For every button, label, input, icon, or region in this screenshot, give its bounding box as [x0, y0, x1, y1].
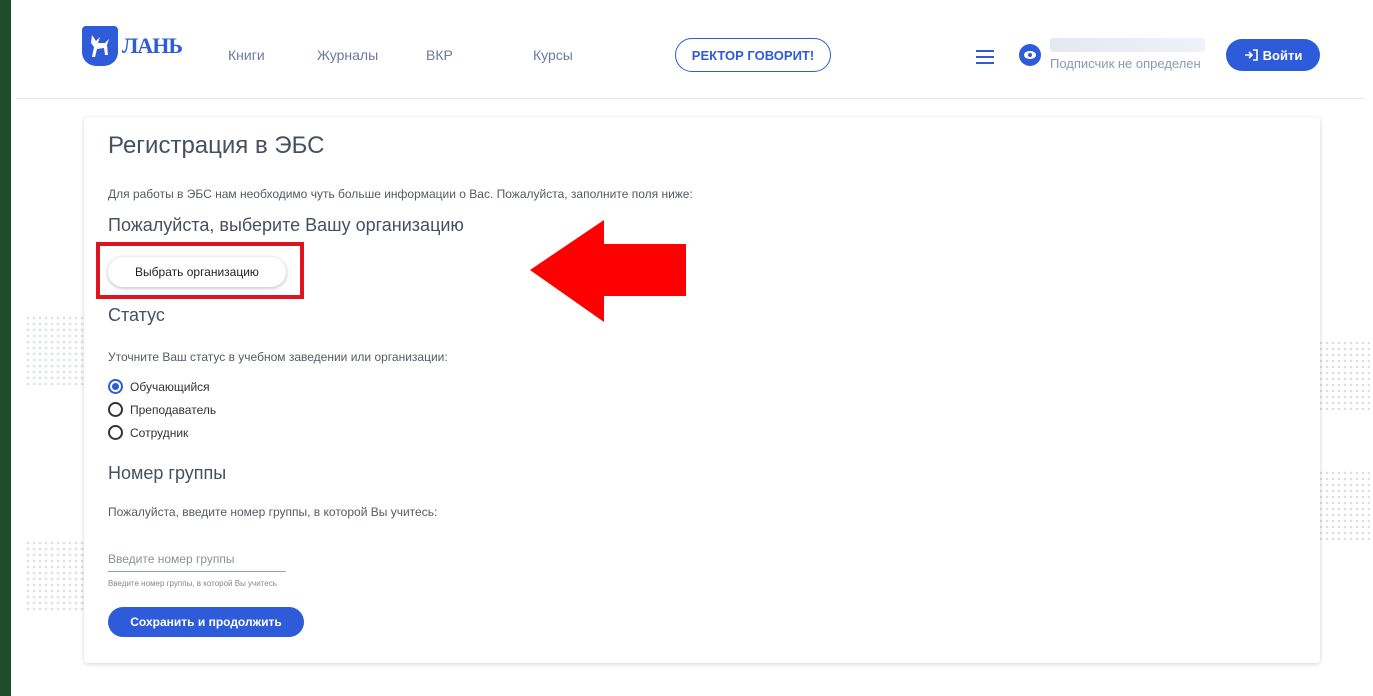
page-title: Регистрация в ЭБС	[108, 132, 325, 159]
select-organization-button[interactable]: Выбрать организацию	[108, 257, 286, 287]
group-number-input[interactable]	[108, 547, 286, 572]
subscriber-status: Подписчик не определен	[1050, 56, 1201, 71]
hamburger-menu-icon[interactable]	[976, 50, 994, 68]
status-option-teacher[interactable]: Преподаватель	[108, 402, 216, 417]
nav-item-journals[interactable]: Журналы	[317, 47, 378, 63]
status-option-label: Сотрудник	[130, 425, 189, 440]
site-logo[interactable]: ЛАНЬ	[82, 26, 183, 66]
rector-speaks-button[interactable]: РЕКТОР ГОВОРИТ!	[675, 38, 831, 72]
status-prompt: Уточните Ваш статус в учебном заведении …	[108, 350, 448, 364]
registration-card: Регистрация в ЭБС Для работы в ЭБС нам н…	[84, 117, 1320, 663]
logo-text: ЛАНЬ	[122, 33, 183, 58]
intro-text: Для работы в ЭБС нам необходимо чуть бол…	[108, 187, 693, 201]
blurred-account-info	[1050, 38, 1205, 52]
radio-button[interactable]	[108, 425, 123, 440]
login-label: Войти	[1262, 47, 1303, 63]
eye-icon[interactable]	[1019, 44, 1041, 66]
status-heading: Статус	[108, 305, 165, 325]
status-option-employee[interactable]: Сотрудник	[108, 425, 188, 440]
nav-item-vkr[interactable]: ВКР	[426, 47, 453, 63]
group-input-hint: Введите номер группы, в которой Вы учите…	[108, 579, 277, 588]
radio-button[interactable]	[108, 402, 123, 417]
group-heading: Номер группы	[108, 463, 227, 483]
nav-item-books[interactable]: Книги	[228, 47, 265, 63]
save-and-continue-button[interactable]: Сохранить и продолжить	[108, 607, 304, 637]
nav-item-courses[interactable]: Курсы	[533, 47, 573, 63]
organization-heading: Пожалуйста, выберите Вашу организацию	[108, 215, 464, 235]
red-arrow-pointer	[530, 220, 686, 322]
status-option-student[interactable]: Обучающийся	[108, 379, 210, 394]
status-option-label: Преподаватель	[130, 402, 217, 417]
deer-logo-icon	[82, 26, 118, 66]
radio-button[interactable]	[108, 379, 123, 394]
status-option-label: Обучающийся	[130, 379, 210, 394]
group-prompt: Пожалуйста, введите номер группы, в кото…	[108, 505, 438, 519]
site-header: ЛАНЬ Книги Журналы ВКР Курсы РЕКТОР ГОВО…	[16, 11, 1365, 99]
login-icon	[1244, 49, 1258, 61]
login-button[interactable]: Войти	[1226, 39, 1320, 71]
